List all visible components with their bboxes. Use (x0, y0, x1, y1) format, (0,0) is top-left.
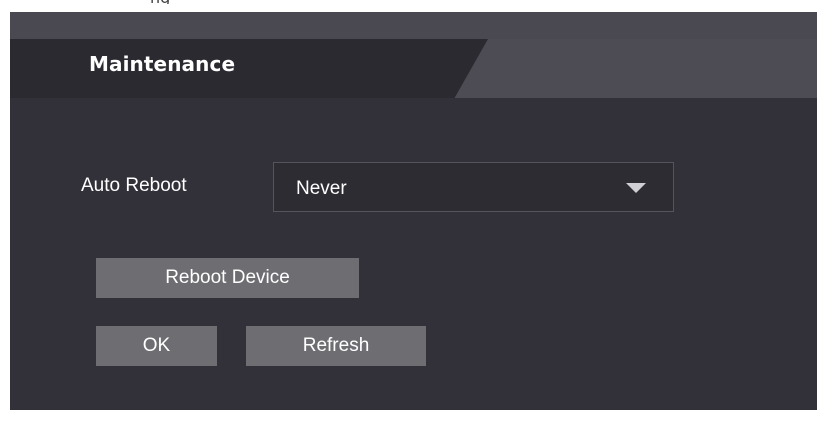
panel-header: Maintenance (10, 12, 817, 98)
page: ng Maintenance Auto Reboot Never Reboot … (0, 0, 830, 437)
auto-reboot-label: Auto Reboot (81, 175, 187, 196)
tab-maintenance[interactable] (10, 39, 488, 98)
auto-reboot-select[interactable]: Never (273, 162, 674, 212)
refresh-button[interactable]: Refresh (246, 326, 426, 366)
cropped-heading-text: ng (150, 0, 170, 4)
header-band (10, 12, 817, 39)
maintenance-panel: Maintenance Auto Reboot Never Reboot Dev… (10, 12, 817, 410)
ok-button[interactable]: OK (96, 326, 217, 366)
reboot-device-button[interactable]: Reboot Device (96, 258, 359, 298)
cropped-heading-fragment: ng (150, 0, 270, 4)
caret-down-icon (626, 183, 646, 193)
tab-title: Maintenance (89, 52, 236, 76)
header-right-area (453, 39, 817, 98)
auto-reboot-value: Never (296, 178, 347, 199)
